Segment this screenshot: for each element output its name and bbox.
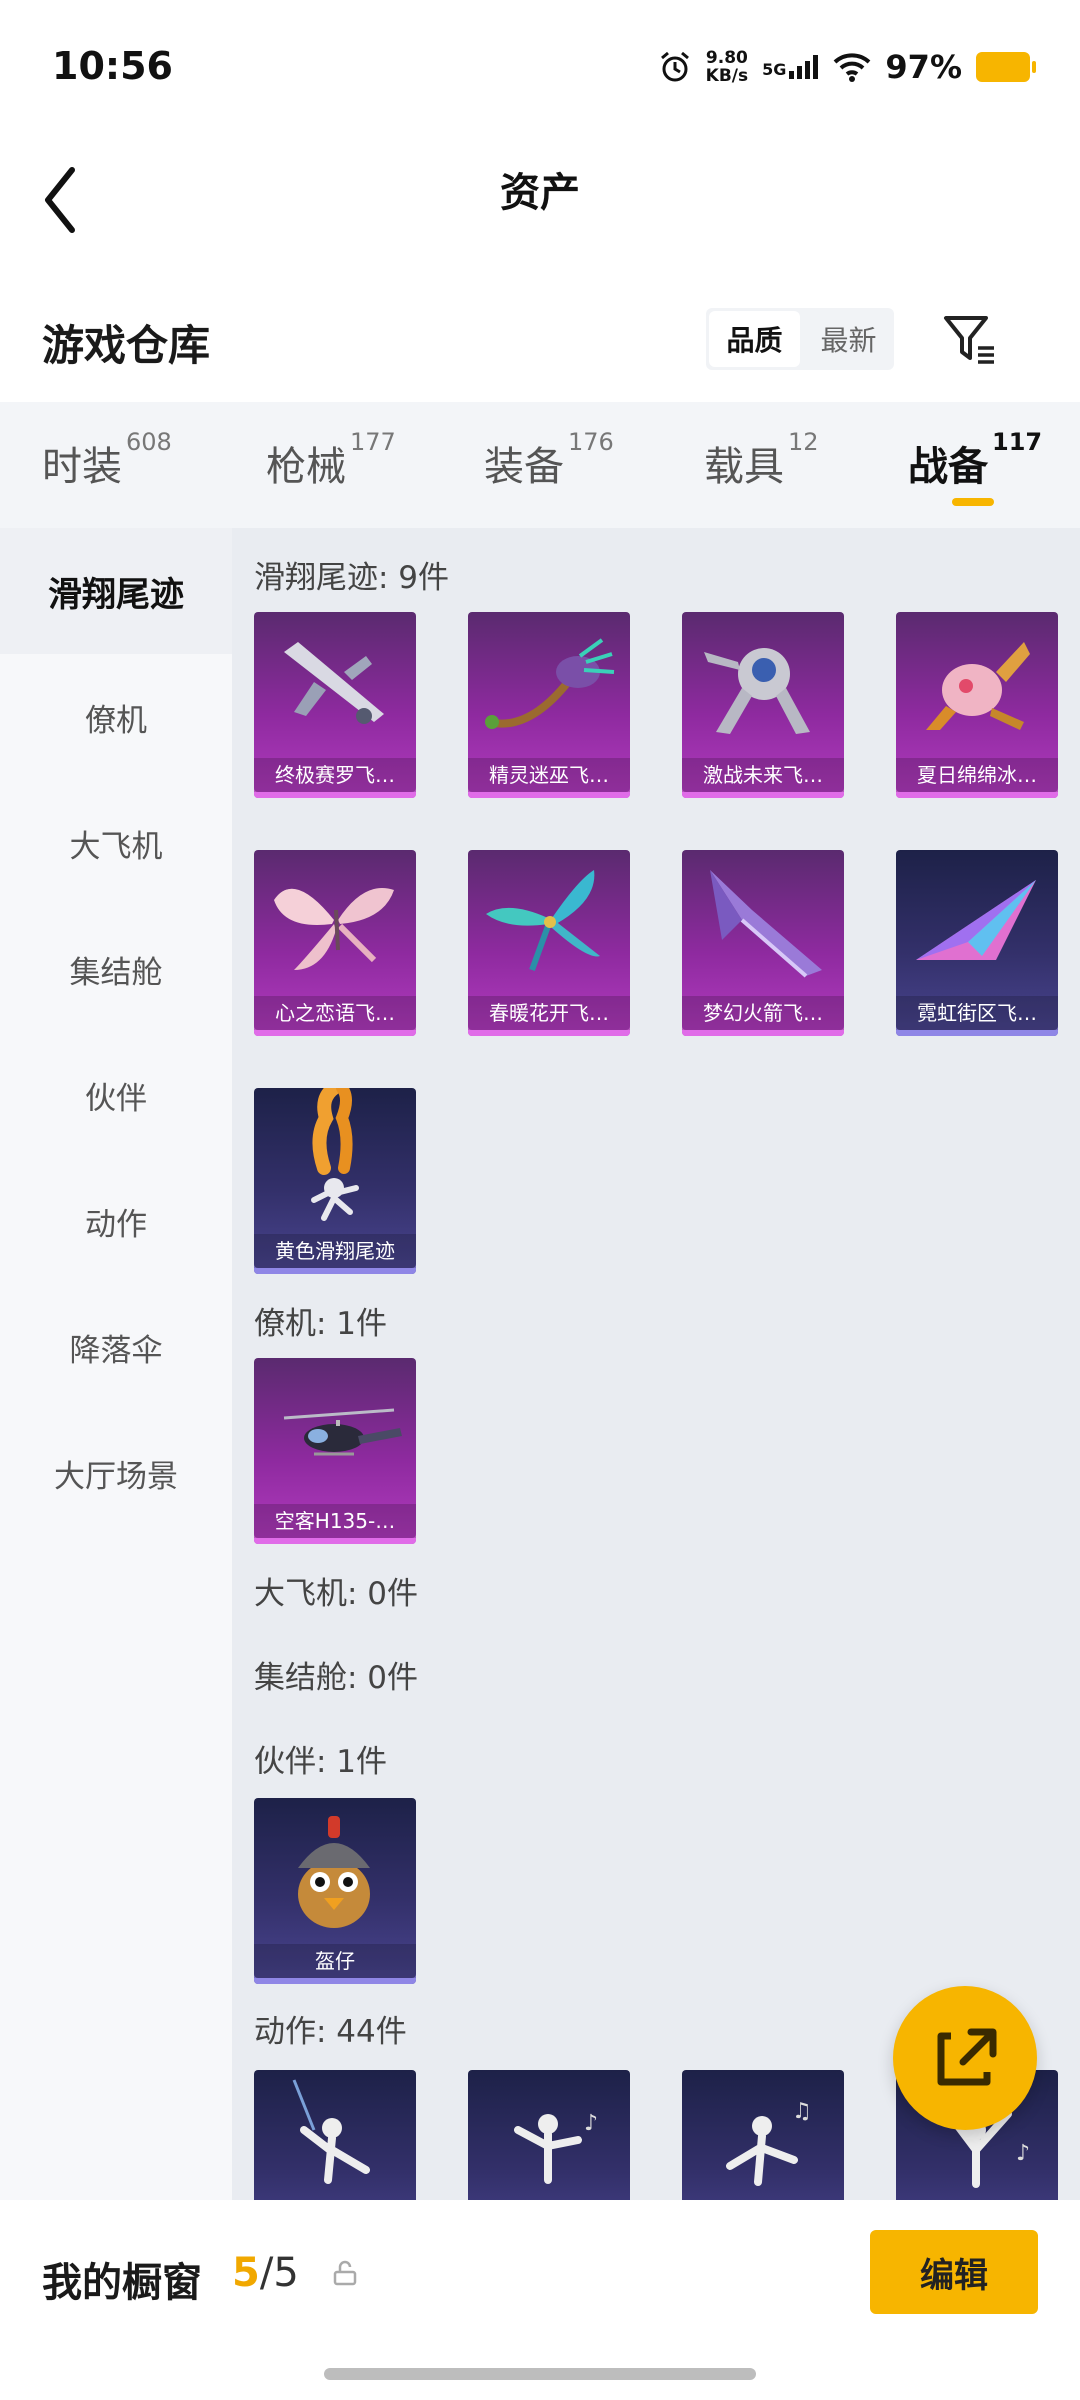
item-card[interactable]: 黄色滑翔尾迹 <box>254 1088 416 1274</box>
battery-icon <box>976 52 1036 82</box>
sort-quality-button[interactable]: 品质 <box>709 311 800 367</box>
tab-vehicles[interactable]: 载具12 <box>704 428 819 492</box>
cell-signal: 5G <box>762 55 819 79</box>
sidebar-item-capsule[interactable]: 集结舱 <box>0 906 232 1032</box>
section-header-partner: 伙伴: 1件 <box>254 1744 388 1780</box>
broom-icon <box>485 638 615 729</box>
tab-firearms[interactable]: 枪械177 <box>266 428 396 492</box>
svg-text:♪: ♪ <box>1016 2141 1030 2166</box>
sort-newest-button[interactable]: 最新 <box>803 308 894 370</box>
filter-icon <box>944 316 994 364</box>
warehouse-title: 游戏仓库 <box>42 321 211 370</box>
rocket-wing-icon <box>710 870 822 978</box>
svg-text:♫: ♫ <box>792 2099 812 2124</box>
tab-equipment[interactable]: 装备176 <box>484 428 614 492</box>
item-card[interactable]: 霓虹街区飞… <box>896 850 1058 1036</box>
paper-plane-icon <box>916 880 1036 960</box>
section-header-big-plane: 大飞机: 0件 <box>254 1576 419 1612</box>
section-header-wingman: 僚机: 1件 <box>254 1306 388 1342</box>
section-header-capsule: 集结舱: 0件 <box>254 1660 419 1696</box>
ice-cream-ship-icon <box>926 642 1030 730</box>
edit-button[interactable]: 编辑 <box>870 2230 1038 2314</box>
status-bar: 10:56 9.80 KB/s 5G 97% <box>0 0 1080 140</box>
alarm-icon <box>660 51 689 82</box>
status-icons: 9.80 KB/s 5G 97% <box>658 48 1036 86</box>
tab-fashion[interactable]: 时装608 <box>42 428 172 492</box>
sidebar-item-emote[interactable]: 动作 <box>0 1158 232 1284</box>
sort-toggle: 品质 最新 <box>706 308 894 370</box>
sidebar-item-big-plane[interactable]: 大飞机 <box>0 780 232 906</box>
dance-figure-icon: ♫ <box>726 2099 812 2186</box>
item-card[interactable]: 精灵迷巫飞… <box>468 612 630 798</box>
home-indicator[interactable] <box>324 2368 756 2380</box>
item-card[interactable]: 夏日绵绵冰… <box>896 612 1058 798</box>
sidebar: 滑翔尾迹 僚机 大飞机 集结舱 伙伴 动作 降落伞 大厅场景 <box>0 528 232 2200</box>
status-time: 10:56 <box>52 44 173 88</box>
external-link-icon <box>937 2028 997 2086</box>
sidebar-item-parachute[interactable]: 降落伞 <box>0 1284 232 1410</box>
butterfly-icon <box>274 888 394 970</box>
svg-text:♪: ♪ <box>584 2111 598 2136</box>
share-fab-button[interactable] <box>893 1986 1037 2130</box>
filter-button[interactable] <box>940 308 1000 370</box>
item-card[interactable]: 心之恋语飞… <box>254 850 416 1036</box>
sidebar-item-wingman[interactable]: 僚机 <box>0 654 232 780</box>
section-header-emote: 动作: 44件 <box>254 2014 407 2050</box>
smoke-trail-icon <box>311 1088 359 1221</box>
net-speed: 9.80 KB/s <box>705 48 749 86</box>
item-card[interactable]: ♫ <box>682 2070 844 2200</box>
item-card[interactable] <box>254 2070 416 2200</box>
battery-percent: 97% <box>885 48 962 86</box>
showcase-label: 我的橱窗 <box>42 2260 202 2306</box>
sidebar-item-partner[interactable]: 伙伴 <box>0 1032 232 1158</box>
unlock-icon <box>333 2260 357 2286</box>
item-grid-area: 滑翔尾迹: 9件 终极赛罗飞… 精灵迷巫飞… 激战未来飞… 夏日绵绵冰… 心之恋… <box>232 528 1080 2200</box>
dance-figure-icon: ♪ <box>514 2111 598 2184</box>
warehouse-header: 游戏仓库 品质 最新 <box>0 290 1080 400</box>
category-tabs: 时装608 枪械177 装备176 载具12 战备117 <box>0 402 1080 528</box>
glide-trail-icon <box>284 642 384 724</box>
wifi-icon <box>834 53 871 82</box>
section-header-glide: 滑翔尾迹: 9件 <box>254 560 450 596</box>
tab-battle-gear[interactable]: 战备117 <box>908 428 1042 492</box>
helmet-duck-icon <box>298 1816 370 1928</box>
signal-icon <box>789 55 819 79</box>
item-card[interactable]: ♪ <box>468 2070 630 2200</box>
item-card[interactable]: 激战未来飞… <box>682 612 844 798</box>
sidebar-item-lobby-scene[interactable]: 大厅场景 <box>0 1410 232 1536</box>
emote-figure-icon <box>292 2079 370 2184</box>
helicopter-icon <box>283 1408 402 1456</box>
page-title: 资产 <box>500 170 580 216</box>
item-card[interactable]: 终极赛罗飞… <box>254 612 416 798</box>
dragonfly-icon <box>486 870 600 972</box>
item-card[interactable]: 梦幻火箭飞… <box>682 850 844 1036</box>
item-card[interactable]: 盔仔 <box>254 1798 416 1984</box>
active-tab-indicator <box>952 498 994 506</box>
drone-icon <box>704 648 810 734</box>
item-card[interactable]: 春暖花开飞… <box>468 850 630 1036</box>
showcase-count: 5/5 <box>232 2250 299 2296</box>
item-card[interactable]: 空客H135-… <box>254 1358 416 1544</box>
sidebar-item-glide-trail[interactable]: 滑翔尾迹 <box>0 528 232 654</box>
